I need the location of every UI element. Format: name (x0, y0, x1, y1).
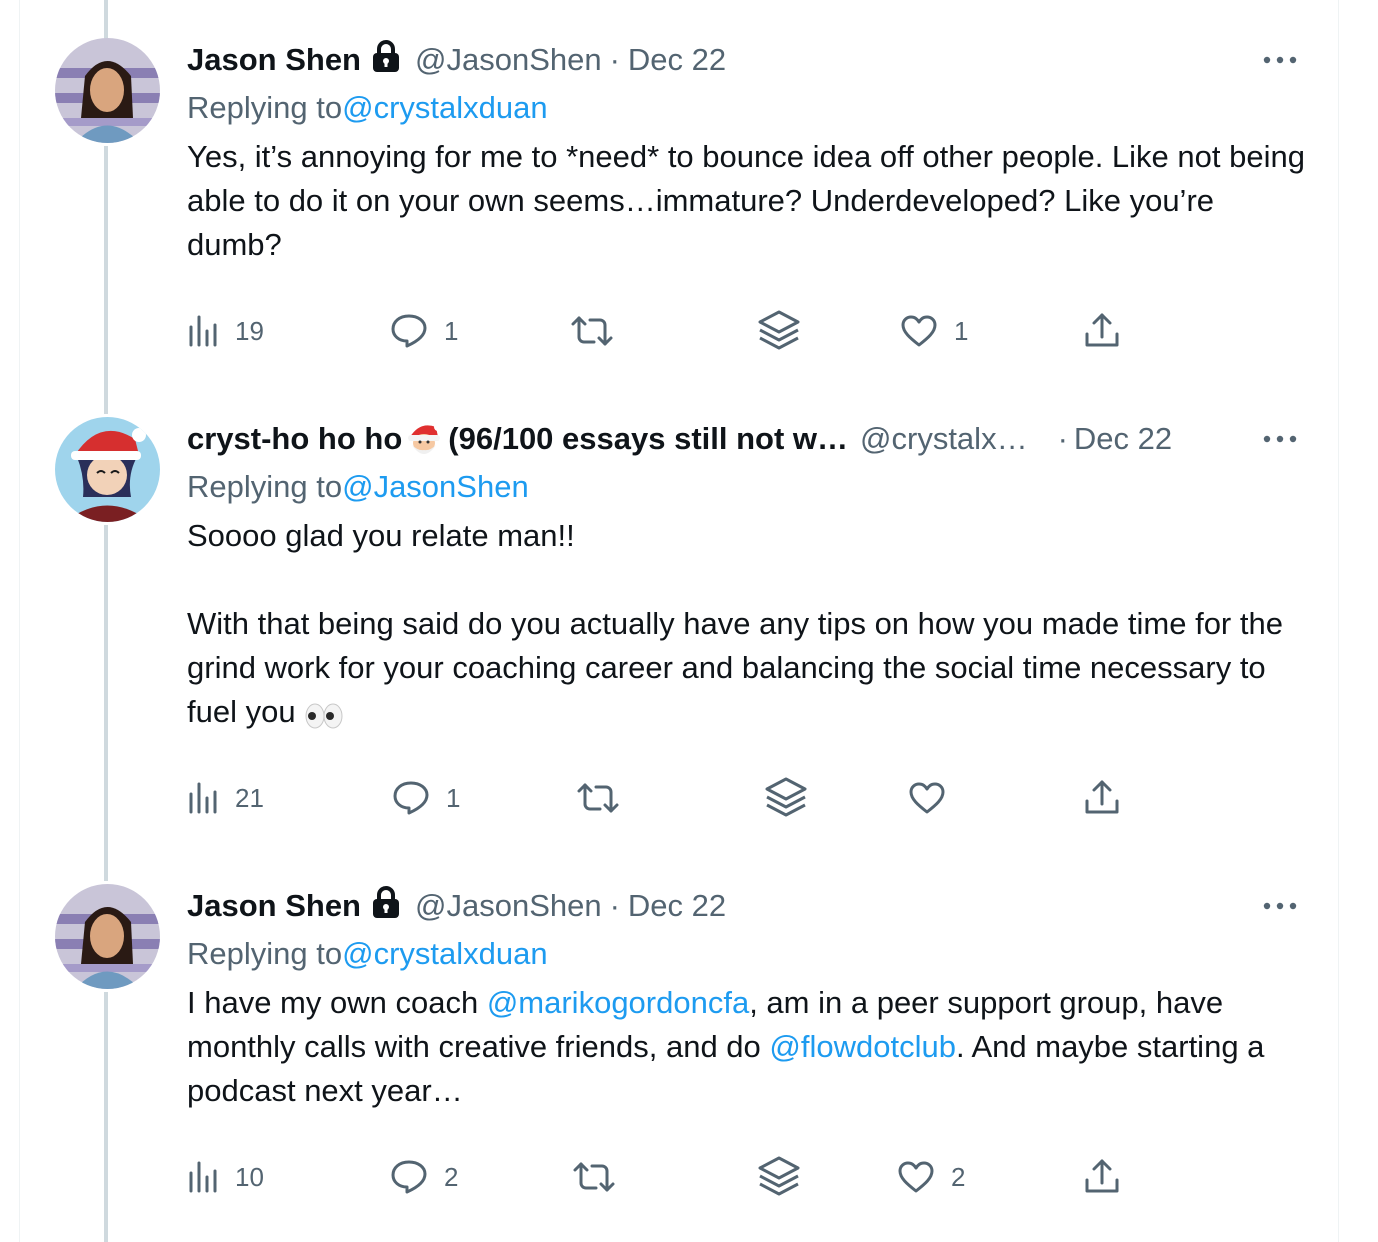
tweet-text-container: Soooo glad you relate man!! With that be… (187, 514, 1317, 734)
like-button[interactable]: 1 (900, 309, 968, 353)
reply-count: 1 (446, 782, 461, 813)
tweet-date[interactable]: Dec 22 (628, 42, 726, 78)
replying-to-mention[interactable]: @JasonShen (342, 469, 529, 505)
avatar[interactable] (55, 884, 160, 989)
avatar[interactable] (55, 38, 160, 143)
replying-to: Replying to @crystalxduan (187, 934, 548, 974)
reply-button[interactable]: 2 (390, 1155, 458, 1199)
tweet-actions: 21 1 (187, 776, 1147, 820)
thread-line (104, 992, 108, 1242)
stack-icon (765, 777, 807, 817)
thread-line (104, 146, 108, 414)
user-handle[interactable]: @JasonShen (415, 42, 602, 78)
lock-icon (371, 40, 401, 80)
eyes-emoji (304, 699, 344, 729)
stack-button[interactable] (764, 776, 808, 820)
tweet-text: Yes, it’s annoying for me to *need* to b… (187, 139, 1314, 262)
replying-to-mention[interactable]: @crystalxduan (342, 90, 548, 126)
display-name[interactable]: Jason Shen (187, 888, 361, 924)
replying-to-label: Replying to (187, 936, 343, 971)
replying-to: Replying to @crystalxduan (187, 88, 548, 128)
views-count: 10 (235, 1161, 264, 1192)
stack-icon (758, 310, 800, 350)
views-count: 19 (235, 315, 264, 346)
like-button[interactable] (908, 776, 962, 820)
tweet-text-part: I have my own coach (187, 985, 487, 1020)
tweet-text: Soooo glad you relate man!! With that be… (187, 518, 1283, 729)
user-handle[interactable]: @crystalx… (860, 421, 1028, 457)
retweet-button[interactable] (570, 309, 630, 353)
share-icon (1085, 313, 1119, 347)
separator-dot: · (609, 42, 620, 77)
display-name[interactable]: Jason Shen (187, 42, 361, 78)
tweet-text: I have my own coach @marikogordoncfa, am… (187, 981, 1317, 1113)
reply-button[interactable]: 1 (392, 776, 460, 820)
lock-icon (371, 886, 401, 926)
display-name[interactable]: cryst-ho ho ho (187, 421, 402, 457)
like-icon (898, 1161, 934, 1193)
stack-button[interactable] (757, 309, 801, 353)
retweet-button[interactable] (572, 1155, 632, 1199)
replying-to-label: Replying to (187, 90, 343, 125)
replying-to-mention[interactable]: @crystalxduan (342, 936, 548, 972)
views-button[interactable]: 19 (187, 309, 264, 353)
views-icon (189, 1161, 217, 1193)
like-icon (909, 782, 945, 814)
user-handle[interactable]: @JasonShen (415, 888, 602, 924)
tweet-actions: 19 1 1 (187, 309, 1147, 353)
tweet-date[interactable]: Dec 22 (1074, 421, 1172, 457)
stack-icon (758, 1156, 800, 1196)
display-name-suffix[interactable]: (96/100 essays still not w… (448, 421, 848, 457)
separator-dot: · (1057, 421, 1068, 456)
share-icon (1085, 780, 1119, 814)
views-button[interactable]: 10 (187, 1155, 264, 1199)
replying-to-label: Replying to (187, 469, 343, 504)
views-count: 21 (235, 782, 264, 813)
views-icon (189, 782, 217, 814)
reply-icon (393, 781, 429, 815)
tweet-actions: 10 2 2 (187, 1155, 1147, 1199)
tweet-header: Jason Shen @JasonShen · Dec 22 (187, 40, 726, 80)
tweet-date[interactable]: Dec 22 (628, 888, 726, 924)
thread-line (104, 0, 108, 40)
tweet-header: Jason Shen @JasonShen · Dec 22 (187, 886, 726, 926)
reply-count: 1 (444, 315, 459, 346)
reply-icon (391, 1160, 427, 1194)
like-count: 1 (954, 315, 969, 346)
more-icon[interactable] (1262, 40, 1298, 80)
thread-line (104, 525, 108, 881)
reply-button[interactable]: 1 (390, 309, 458, 353)
stack-button[interactable] (757, 1155, 801, 1199)
share-button[interactable] (1084, 1155, 1120, 1199)
retweet-icon (573, 1162, 615, 1192)
mention-link[interactable]: @flowdotclub (769, 1029, 956, 1064)
share-button[interactable] (1084, 776, 1120, 820)
tweet-header: cryst-ho ho ho (96/100 essays still not … (187, 419, 1172, 459)
share-icon (1085, 1159, 1119, 1193)
like-icon (901, 315, 937, 347)
more-icon[interactable] (1262, 419, 1298, 459)
retweet-button[interactable] (576, 776, 636, 820)
reply-icon (391, 314, 427, 348)
like-button[interactable]: 2 (897, 1155, 965, 1199)
like-count: 2 (951, 1161, 966, 1192)
avatar[interactable] (55, 417, 160, 522)
reply-count: 2 (444, 1161, 459, 1192)
retweet-icon (577, 783, 619, 813)
more-icon[interactable] (1262, 886, 1298, 926)
views-icon (189, 315, 217, 347)
retweet-icon (571, 316, 613, 346)
mention-link[interactable]: @marikogordoncfa (487, 985, 749, 1020)
replying-to: Replying to @JasonShen (187, 467, 529, 507)
separator-dot: · (609, 888, 620, 923)
share-button[interactable] (1084, 309, 1120, 353)
santa-emoji (404, 419, 444, 459)
views-button[interactable]: 21 (187, 776, 264, 820)
